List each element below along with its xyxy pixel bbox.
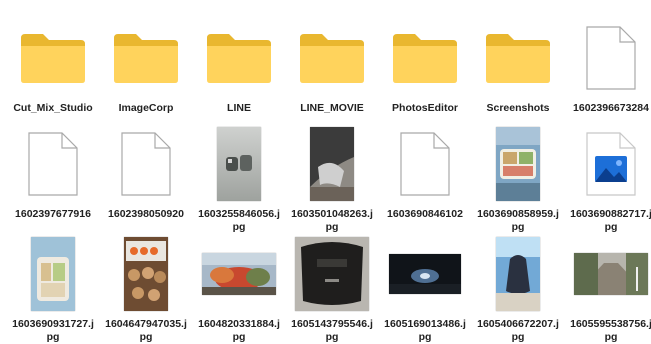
folder-item[interactable]: PhotosEditor [380, 18, 470, 115]
image-item[interactable]: 1604820331884.jpg [194, 234, 284, 344]
image-item[interactable]: 1603690882717.jpg [566, 124, 651, 234]
file-item[interactable]: 1602397677916 [8, 124, 98, 221]
folder-icon [101, 18, 191, 98]
folder-icon [473, 18, 563, 98]
file-item[interactable]: 1602398050920 [101, 124, 191, 221]
photo-thumbnail [380, 234, 470, 314]
photo-thumbnail [473, 234, 563, 314]
file-grid: Cut_Mix_Studio ImageCorp LINE LINE_MOVIE… [0, 0, 651, 344]
item-label: PhotosEditor [392, 102, 458, 114]
item-label: Screenshots [486, 102, 550, 114]
image-item[interactable]: 1605143795546.jpg [287, 234, 377, 344]
image-file-icon [566, 124, 651, 204]
document-icon [566, 18, 651, 98]
photo-thumbnail [101, 234, 191, 314]
photo-thumbnail [566, 234, 651, 314]
item-label: 1603690931727.jpg [12, 318, 94, 343]
item-label: 1605406672207.jpg [477, 318, 559, 343]
item-label: 1603501048263.jpg [291, 208, 373, 233]
item-label: 1605169013486.jpg [384, 318, 466, 343]
item-label: 1603690858959.jpg [477, 208, 559, 233]
folder-item[interactable]: Cut_Mix_Studio [8, 18, 98, 115]
file-item[interactable]: 1603690846102 [380, 124, 470, 221]
image-item[interactable]: 1603690858959.jpg [473, 124, 563, 234]
item-label: 1603255846056.jpg [198, 208, 280, 233]
item-label: 1605595538756.jpg [570, 318, 651, 343]
image-item[interactable]: 1605169013486.jpg [380, 234, 470, 344]
photo-thumbnail [473, 124, 563, 204]
image-item[interactable]: 1603501048263.jpg [287, 124, 377, 234]
folder-icon [194, 18, 284, 98]
image-item[interactable]: 1605595538756.jpg [566, 234, 651, 344]
document-icon [8, 124, 98, 204]
folder-item[interactable]: LINE_MOVIE [287, 18, 377, 115]
image-item[interactable]: 1603690931727.jpg [8, 234, 98, 344]
folder-icon [287, 18, 377, 98]
item-label: LINE [227, 102, 251, 114]
file-item[interactable]: 1602396673284 [566, 18, 651, 115]
photo-thumbnail [287, 234, 377, 314]
document-icon [380, 124, 470, 204]
item-label: 1602397677916 [15, 208, 91, 220]
image-item[interactable]: 1605406672207.jpg [473, 234, 563, 344]
item-label: 1602396673284 [573, 102, 649, 114]
photo-thumbnail [194, 124, 284, 204]
item-label: 1604647947035.jpg [105, 318, 187, 343]
image-item[interactable]: 1603255846056.jpg [194, 124, 284, 234]
photo-thumbnail [194, 234, 284, 314]
item-label: LINE_MOVIE [300, 102, 364, 114]
document-icon [101, 124, 191, 204]
item-label: Cut_Mix_Studio [13, 102, 93, 114]
folder-icon [8, 18, 98, 98]
folder-item[interactable]: LINE [194, 18, 284, 115]
folder-item[interactable]: Screenshots [473, 18, 563, 115]
item-label: 1603690846102 [387, 208, 463, 220]
photo-thumbnail [287, 124, 377, 204]
item-label: ImageCorp [118, 102, 174, 114]
folder-icon [380, 18, 470, 98]
item-label: 1602398050920 [108, 208, 184, 220]
folder-item[interactable]: ImageCorp [101, 18, 191, 115]
image-item[interactable]: 1604647947035.jpg [101, 234, 191, 344]
item-label: 1605143795546.jpg [291, 318, 373, 343]
item-label: 1603690882717.jpg [570, 208, 651, 233]
photo-thumbnail [8, 234, 98, 314]
item-label: 1604820331884.jpg [198, 318, 280, 343]
